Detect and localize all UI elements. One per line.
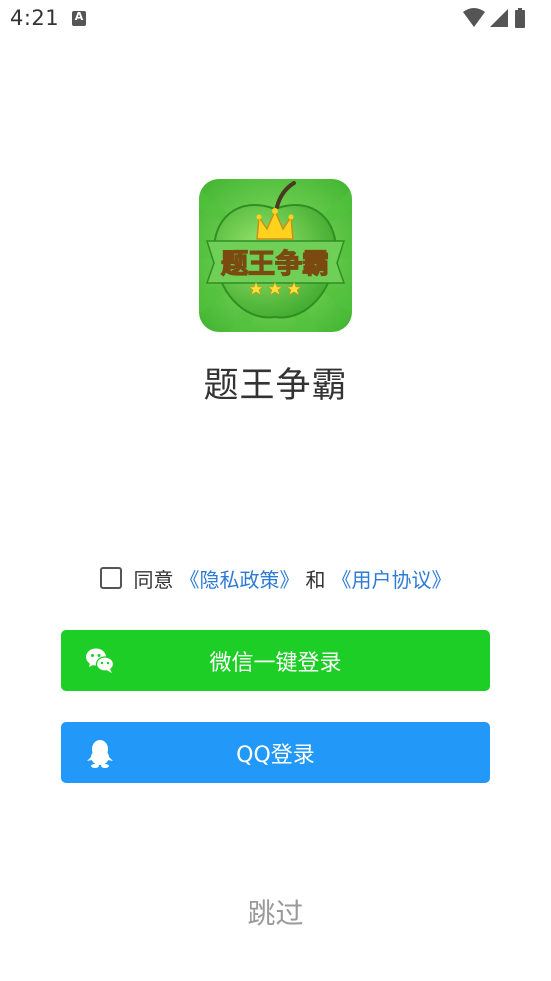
app-name: 题王争霸	[203, 366, 348, 406]
status-icons	[461, 6, 541, 30]
skip-button[interactable]: 跳过	[0, 892, 551, 932]
wechat-icon	[85, 646, 115, 676]
logo-text: 题王争霸	[221, 249, 329, 280]
qq-login-button[interactable]: QQ登录	[61, 722, 490, 783]
battery-icon	[515, 8, 525, 28]
agreement-prefix: 同意	[133, 567, 174, 592]
status-time: 4:21	[10, 6, 60, 30]
signal-icon	[490, 9, 508, 27]
qq-penguin-icon	[85, 738, 115, 768]
agreement-checkbox[interactable]	[99, 567, 122, 589]
login-screen: 4:21 A 题王争霸 题王争霸 同意 《隐私政策》 和 《用户协议》 微信一键…	[0, 0, 551, 981]
wifi-icon	[463, 8, 485, 27]
app-logo: 题王争霸	[199, 179, 352, 332]
wechat-login-label: 微信一键登录	[209, 650, 342, 676]
wechat-login-button[interactable]: 微信一键登录	[61, 630, 490, 691]
a-icon: A	[72, 11, 86, 26]
user-agreement-link[interactable]: 《用户协议》	[332, 564, 452, 593]
agreement-and: 和	[305, 567, 326, 592]
qq-login-label: QQ登录	[236, 742, 315, 768]
privacy-policy-link[interactable]: 《隐私政策》	[180, 564, 300, 593]
status-bar: 4:21 A	[0, 0, 551, 40]
agreement-row: 同意 《隐私政策》 和 《用户协议》	[0, 562, 551, 594]
